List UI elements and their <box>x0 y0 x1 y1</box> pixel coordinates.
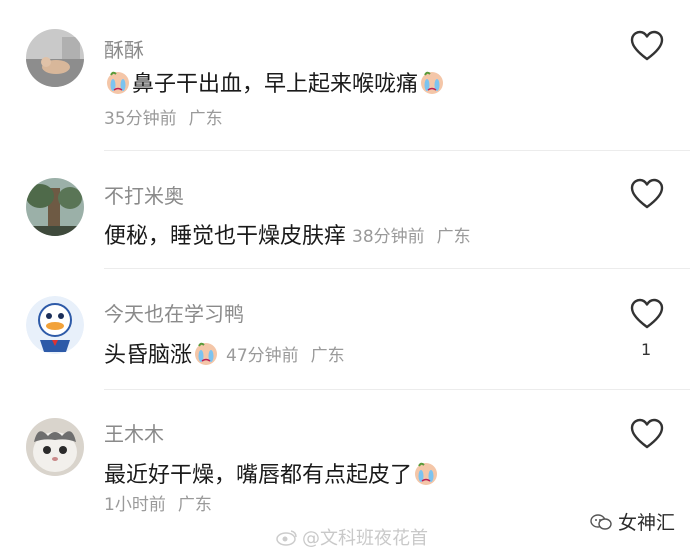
comment-item: 今天也在学习鸭 头昏脑涨 47分钟前 广东 1 <box>0 270 690 390</box>
comment-location: 广东 <box>310 345 345 366</box>
comment-time: 1小时前 <box>104 495 166 515</box>
weibo-watermark: @文科班夜花首 <box>276 524 428 550</box>
comment-username[interactable]: 王木木 <box>104 418 164 447</box>
like-button[interactable] <box>630 30 664 62</box>
comment-location: 广东 <box>188 109 223 129</box>
crying-face-emoji-icon <box>412 460 440 486</box>
comment-time: 38分钟前 <box>352 226 425 247</box>
comment-username[interactable]: 不打米奥 <box>104 180 184 209</box>
heart-outline-icon <box>630 178 664 209</box>
avatar[interactable] <box>26 418 84 476</box>
comment-meta: 38分钟前 广东 <box>352 222 471 247</box>
comment-item: 酥酥 鼻子干出血，早上起来喉咙痛 35分钟前 广东 <box>0 0 690 151</box>
divider <box>104 268 690 269</box>
comment-text: 便秘，睡觉也干燥皮肤痒 <box>104 224 347 249</box>
comment-item: 不打米奥 便秘，睡觉也干燥皮肤痒 38分钟前 广东 <box>0 150 690 270</box>
heart-outline-icon <box>630 30 664 61</box>
weibo-logo-icon <box>276 530 297 546</box>
avatar[interactable] <box>26 29 84 87</box>
avatar[interactable] <box>26 296 84 354</box>
comment-username[interactable]: 今天也在学习鸭 <box>104 298 244 327</box>
comment-text-row: 鼻子干出血，早上起来喉咙痛 <box>104 66 446 98</box>
comment-text: 鼻子干出血，早上起来喉咙痛 <box>132 72 419 97</box>
crying-face-emoji-icon <box>418 69 446 95</box>
avatar[interactable] <box>26 178 84 236</box>
comment-meta: 1小时前 广东 <box>104 490 212 515</box>
comment-text-row: 便秘，睡觉也干燥皮肤痒 38分钟前 广东 <box>104 218 471 250</box>
comment-time: 47分钟前 <box>226 345 299 366</box>
comment-location: 广东 <box>436 226 471 247</box>
brand-name: 女神汇 <box>618 512 676 534</box>
like-count: 1 <box>641 340 652 359</box>
comment-meta: 35分钟前 广东 <box>104 104 223 129</box>
comment-username[interactable]: 酥酥 <box>104 34 144 63</box>
comment-text: 最近好干燥，嘴唇都有点起皮了 <box>104 463 413 488</box>
comment-text-row: 头昏脑涨 47分钟前 广东 <box>104 337 345 369</box>
comment-time: 35分钟前 <box>104 109 177 129</box>
like-button[interactable] <box>630 298 664 330</box>
brand-watermark: 女神汇 <box>590 508 675 535</box>
comment-text: 头昏脑涨 <box>104 343 193 368</box>
crying-face-emoji-icon <box>104 69 132 95</box>
wechat-logo-icon <box>590 513 612 530</box>
comment-text-row: 最近好干燥，嘴唇都有点起皮了 <box>104 457 440 489</box>
crying-face-emoji-icon <box>192 340 220 366</box>
heart-outline-icon <box>630 298 664 329</box>
comment-meta: 47分钟前 广东 <box>226 341 345 366</box>
like-button[interactable] <box>630 178 664 210</box>
watermark-text: @文科班夜花首 <box>302 528 428 549</box>
comment-item: 王木木 最近好干燥，嘴唇都有点起皮了 1小时前 广东 <box>0 390 690 520</box>
heart-outline-icon <box>630 418 664 449</box>
comment-location: 广东 <box>177 495 212 515</box>
like-button[interactable] <box>630 418 664 450</box>
